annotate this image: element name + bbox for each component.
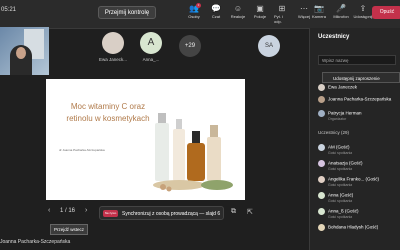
avatar: [318, 84, 325, 91]
media-controls: 📷 Kamera 🎤 Mikrofon ⇪ Udostępnij: [311, 4, 373, 19]
pop-out-icon[interactable]: ⇱: [247, 208, 253, 216]
people-badge: 3: [196, 3, 201, 8]
avatar: [318, 96, 325, 103]
reactions-icon: ☺: [233, 4, 243, 13]
avatar: [318, 176, 325, 183]
chat-label: Czat: [211, 14, 221, 19]
panel-title: Uczestnicy: [318, 34, 350, 40]
chat-icon: 💬: [211, 4, 221, 13]
avatar: [318, 208, 325, 215]
participant-name: AM (Gość): [328, 144, 350, 150]
participant-row[interactable]: Bohdana Hladysh (Gość): [318, 224, 378, 231]
rooms-button[interactable]: ▣ Pokoje: [252, 4, 268, 24]
participant-role: Gość spotkania: [328, 199, 353, 203]
attendees-group-label[interactable]: Uczestnicy (29): [318, 130, 349, 135]
participant-row[interactable]: Anatsazja (Gość) Gość spotkania: [318, 160, 363, 171]
person-face: [16, 47, 26, 59]
participant-tile-anna[interactable]: A Anna_...: [136, 32, 166, 62]
participant-count: +29: [179, 35, 201, 57]
more-label: Więcej: [297, 14, 310, 19]
presenter-name: Joanna Pacharka-Szczepańska: [0, 239, 71, 245]
participant-role: Gość spotkania: [328, 151, 353, 155]
mic-button[interactable]: 🎤 Mikrofon: [333, 4, 349, 19]
sync-text: Synchronizuj z osobą prowadzącą — slajd …: [122, 211, 221, 217]
participant-role: Gość spotkania: [328, 167, 353, 171]
sync-with-presenter-button[interactable]: Na żywo Synchronizuj z osobą prowadzącą …: [99, 206, 224, 220]
participant-role: Gość spotkania: [328, 183, 353, 187]
tile-label: Ewa Janeck...: [98, 57, 127, 62]
camera-icon: 📷: [314, 4, 324, 13]
more-button[interactable]: ⋯ Więcej: [296, 4, 312, 24]
participant-row[interactable]: Joanna Pacharka-Szczepańska: [318, 96, 391, 103]
qa-label: Pyt. i odp.: [274, 14, 283, 24]
avatar: [318, 160, 325, 167]
camera-button[interactable]: 📷 Kamera: [311, 4, 327, 19]
participant-row[interactable]: Patrycja Herman Organizator: [318, 110, 362, 121]
participant-name: Anna_ß (Gość): [328, 208, 359, 214]
avatar: [102, 32, 124, 54]
participant-tile-ewa[interactable]: Ewa Janeck...: [98, 32, 128, 62]
tile-label: Anna_...: [142, 57, 160, 62]
avatar: [318, 110, 325, 117]
chat-button[interactable]: 💬 Czat: [208, 4, 224, 24]
participant-row[interactable]: AM (Gość) Gość spotkania: [318, 144, 352, 155]
participants-panel: Uczestnicy Wpisz nazwę Udostępnij zapros…: [309, 28, 400, 250]
avatar: A: [140, 32, 162, 54]
avatar: [318, 192, 325, 199]
avatar: [318, 224, 325, 231]
people-label: Osoby: [188, 14, 200, 19]
qa-button[interactable]: ⊞ Pyt. i odp.: [274, 4, 290, 24]
slide-title: Moc witaminy C oraz retinolu w kosmetyka…: [66, 102, 150, 123]
share-label: Udostępnij: [353, 14, 373, 19]
participant-name: Anna (Gość): [328, 192, 354, 198]
more-participants-tile[interactable]: +29: [176, 35, 204, 57]
leave-button[interactable]: Opuść: [372, 6, 400, 19]
participant-row[interactable]: Ewa Janeczek: [318, 84, 357, 91]
apps-icon: ⊞: [278, 4, 286, 13]
participant-name: Patrycja Herman: [328, 110, 362, 116]
people-button[interactable]: 👥 3 Osoby: [186, 3, 202, 24]
share-invite-label: Udostępnij zaproszenie: [333, 76, 380, 81]
rooms-label: Pokoje: [253, 14, 267, 19]
participant-role: Organizator: [328, 117, 347, 121]
share-icon: ⇪: [359, 4, 367, 13]
participant-role: Gość spotkania: [328, 215, 353, 219]
reactions-label: Reakcje: [230, 14, 246, 19]
page-counter: 1 / 16: [60, 208, 76, 214]
cosmetic-bottles-illustration: [153, 113, 233, 192]
mic-icon: 🎤: [336, 4, 346, 13]
participant-name: Angelika Franko... (Gość): [328, 176, 380, 182]
participant-name: Bohdana Hladysh (Gość): [328, 224, 379, 230]
avatar: SA: [258, 35, 280, 57]
share-invite-button[interactable]: Udostępnij zaproszenie: [322, 72, 400, 83]
participant-row[interactable]: Anna (Gość) Gość spotkania: [318, 192, 353, 203]
more-icon: ⋯: [300, 4, 308, 13]
participant-name: Joanna Pacharka-Szczepańska: [328, 96, 392, 102]
live-badge: Na żywo: [103, 210, 118, 217]
search-input[interactable]: Wpisz nazwę: [318, 55, 396, 65]
reactions-button[interactable]: ☺ Reakcje: [230, 4, 246, 24]
meeting-timer: 05:21: [1, 7, 17, 13]
self-video-tile[interactable]: [0, 27, 49, 75]
slide-author: dr Joanna Pacharka-Szczepańska: [59, 148, 105, 152]
next-slide-icon[interactable]: ›: [85, 207, 87, 214]
participant-row[interactable]: Angelika Franko... (Gość) Gość spotkania: [318, 176, 379, 187]
sa-tile[interactable]: SA: [254, 35, 284, 63]
share-button[interactable]: ⇪ Udostępnij: [353, 4, 373, 19]
prev-slide-icon[interactable]: ‹: [48, 207, 50, 214]
camera-label: Kamera: [311, 14, 326, 19]
participant-row[interactable]: Anna_ß (Gość) Gość spotkania: [318, 208, 359, 219]
take-control-button[interactable]: Przejmij kontrolę: [98, 6, 156, 19]
participant-name: Ewa Janeczek: [328, 84, 358, 90]
back-tooltip: Przejdź wstecz: [50, 224, 89, 235]
copy-icon[interactable]: ⧉: [231, 208, 236, 216]
mic-label: Mikrofon: [333, 14, 349, 19]
rooms-icon: ▣: [256, 4, 264, 13]
participant-name: Anatsazja (Gość): [328, 160, 363, 166]
shared-slide: Moc witaminy C oraz retinolu w kosmetyka…: [46, 79, 245, 200]
avatar: [318, 144, 325, 151]
toolbar-icons: 👥 3 Osoby 💬 Czat ☺ Reakcje ▣ Pokoje ⊞ Py…: [186, 3, 312, 24]
